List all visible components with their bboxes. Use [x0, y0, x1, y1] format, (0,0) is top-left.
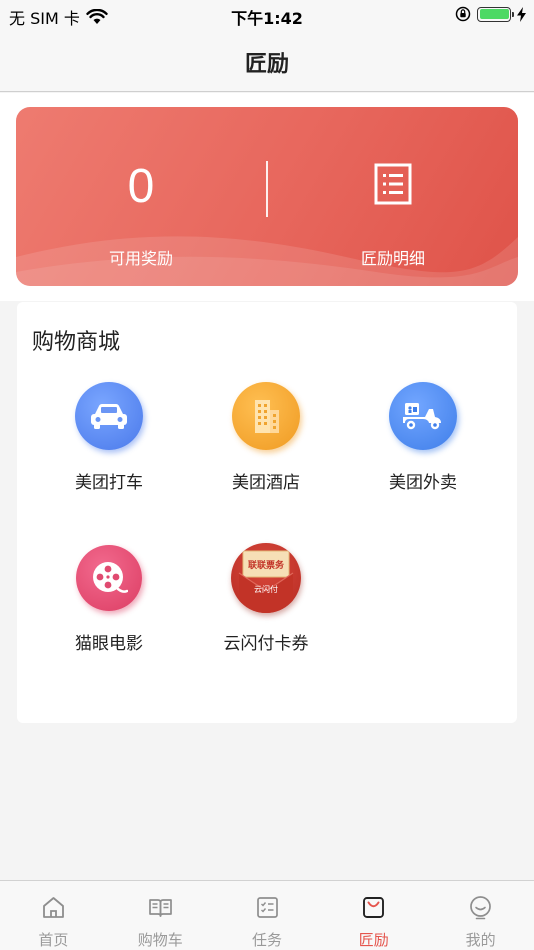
checklist-icon [256, 897, 278, 918]
mall-item-meituan-hotel[interactable]: 美团酒店 [186, 382, 346, 512]
charging-bolt-icon [517, 6, 526, 22]
tab-home[interactable]: 首页 [0, 881, 107, 950]
mall-item-meituan-taxi[interactable]: 美团打车 [29, 382, 189, 512]
home-icon [43, 897, 64, 918]
book-icon [148, 899, 172, 917]
tab-label: 匠励 [358, 931, 389, 949]
mall-item-meituan-delivery[interactable]: 美团外卖 [343, 382, 503, 512]
mall-item-maoyan-movie[interactable]: 猫眼电影 [29, 545, 189, 675]
hotel-building-icon [232, 382, 300, 450]
tab-rewards[interactable]: 匠励 [320, 881, 427, 950]
tab-mine[interactable]: 我的 [427, 881, 534, 950]
mall-item-label: 美团酒店 [232, 473, 300, 493]
tab-bar: 首页 购物车 任务 匠励 我的 [0, 880, 534, 950]
reward-card: 0 可用奖励 匠励明细 [16, 107, 518, 286]
available-reward-label[interactable]: 可用奖励 [16, 245, 266, 269]
mall-item-label: 云闪付卡券 [223, 634, 309, 654]
car-icon [75, 382, 143, 450]
shopping-bag-icon [363, 897, 385, 918]
mall-item-label: 美团外卖 [389, 473, 457, 493]
navigation-bar: 匠励 [0, 30, 534, 92]
status-time: 下午1:42 [231, 9, 303, 28]
status-indicators [455, 6, 526, 22]
status-bar: 无 SIM 卡 下午1:42 [0, 0, 534, 30]
rotation-lock-icon [455, 6, 471, 22]
delivery-scooter-icon [389, 382, 457, 450]
coupon-badge-bottom-text: 云闪付 [254, 585, 278, 594]
detail-list-icon[interactable] [374, 163, 412, 205]
page-title: 匠励 [244, 52, 289, 77]
unionpay-coupon-icon: 联联票务 云闪付 [231, 543, 301, 613]
mall-item-label: 美团打车 [75, 473, 143, 493]
mall-title: 购物商城 [32, 330, 121, 355]
tab-label: 首页 [38, 931, 69, 949]
reward-detail-label[interactable]: 匠励明细 [268, 245, 518, 269]
smiley-icon [470, 896, 492, 920]
tab-tasks[interactable]: 任务 [214, 881, 321, 950]
tab-label: 任务 [251, 931, 282, 949]
film-reel-icon [76, 545, 142, 611]
reward-divider [266, 161, 268, 217]
tab-label: 我的 [465, 931, 496, 949]
reward-value[interactable]: 0 [16, 159, 266, 214]
tab-cart[interactable]: 购物车 [107, 881, 214, 950]
shopping-mall-card: 购物商城 美团打车 美团酒店 美团外卖 猫眼电影 联联票务 云闪付 云闪付卡券 [17, 302, 517, 723]
coupon-badge-top-text: 联联票务 [247, 561, 284, 571]
battery-icon [477, 6, 514, 22]
mall-item-label: 猫眼电影 [75, 634, 143, 654]
mall-item-unionpay-coupon[interactable]: 联联票务 云闪付 云闪付卡券 [186, 543, 346, 675]
tab-label: 购物车 [137, 931, 183, 949]
